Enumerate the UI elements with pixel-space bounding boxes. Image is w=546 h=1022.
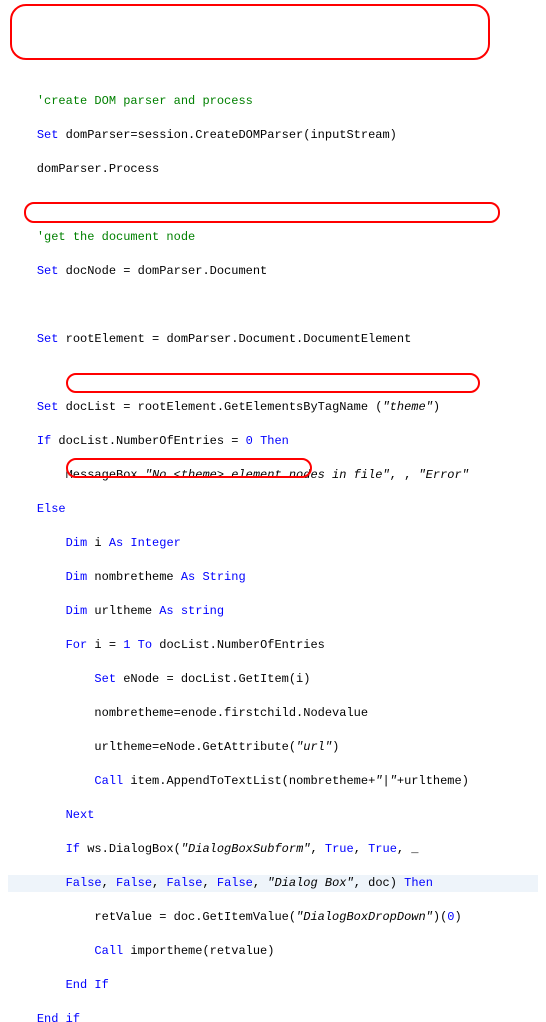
code-line: retValue = doc.GetItemValue("DialogBoxDr… xyxy=(8,909,538,926)
code-line xyxy=(8,297,538,314)
code-line: nombretheme=enode.firstchild.Nodevalue xyxy=(8,705,538,722)
comment: 'create DOM parser and process xyxy=(37,94,253,108)
code-line: domParser.Process xyxy=(8,161,538,178)
highlight-box-1 xyxy=(10,4,490,60)
code-line xyxy=(8,195,538,212)
code-block: 'create DOM parser and process Set domPa… xyxy=(8,76,538,1022)
code-line: Call item.AppendToTextList(nombretheme+"… xyxy=(8,773,538,790)
code-line: Set docNode = domParser.Document xyxy=(8,263,538,280)
code-line: 'get the document node xyxy=(8,229,538,246)
string-literal: "url" xyxy=(296,740,332,754)
string-literal: "Error" xyxy=(418,468,468,482)
code-line: End if xyxy=(8,1011,538,1022)
code-line: MessageBox "No <theme> element nodes in … xyxy=(8,467,538,484)
code-line: Set eNode = docList.GetItem(i) xyxy=(8,671,538,688)
code-line-highlighted: False, False, False, False, "Dialog Box"… xyxy=(8,875,538,892)
code-line: Set domParser=session.CreateDOMParser(in… xyxy=(8,127,538,144)
code-line: Else xyxy=(8,501,538,518)
code-line: For i = 1 To docList.NumberOfEntries xyxy=(8,637,538,654)
code-line: If ws.DialogBox("DialogBoxSubform", True… xyxy=(8,841,538,858)
string-literal: "Dialog Box" xyxy=(267,876,353,890)
code-line: End If xyxy=(8,977,538,994)
comment: 'get the document node xyxy=(37,230,195,244)
code-line: If docList.NumberOfEntries = 0 Then xyxy=(8,433,538,450)
code-line: Dim urltheme As string xyxy=(8,603,538,620)
code-line: 'create DOM parser and process xyxy=(8,93,538,110)
string-literal: "theme" xyxy=(382,400,432,414)
code-line: Next xyxy=(8,807,538,824)
code-line xyxy=(8,365,538,382)
code-line: Set rootElement = domParser.Document.Doc… xyxy=(8,331,538,348)
code-line: Set docList = rootElement.GetElementsByT… xyxy=(8,399,538,416)
code-line: Call importheme(retvalue) xyxy=(8,943,538,960)
string-literal: "|" xyxy=(375,774,397,788)
string-literal: "DialogBoxSubform" xyxy=(181,842,311,856)
code-line: urltheme=eNode.GetAttribute("url") xyxy=(8,739,538,756)
code-line: Dim i As Integer xyxy=(8,535,538,552)
code-line: Dim nombretheme As String xyxy=(8,569,538,586)
string-literal: "No <theme> element nodes in file" xyxy=(145,468,390,482)
string-literal: "DialogBoxDropDown" xyxy=(296,910,433,924)
